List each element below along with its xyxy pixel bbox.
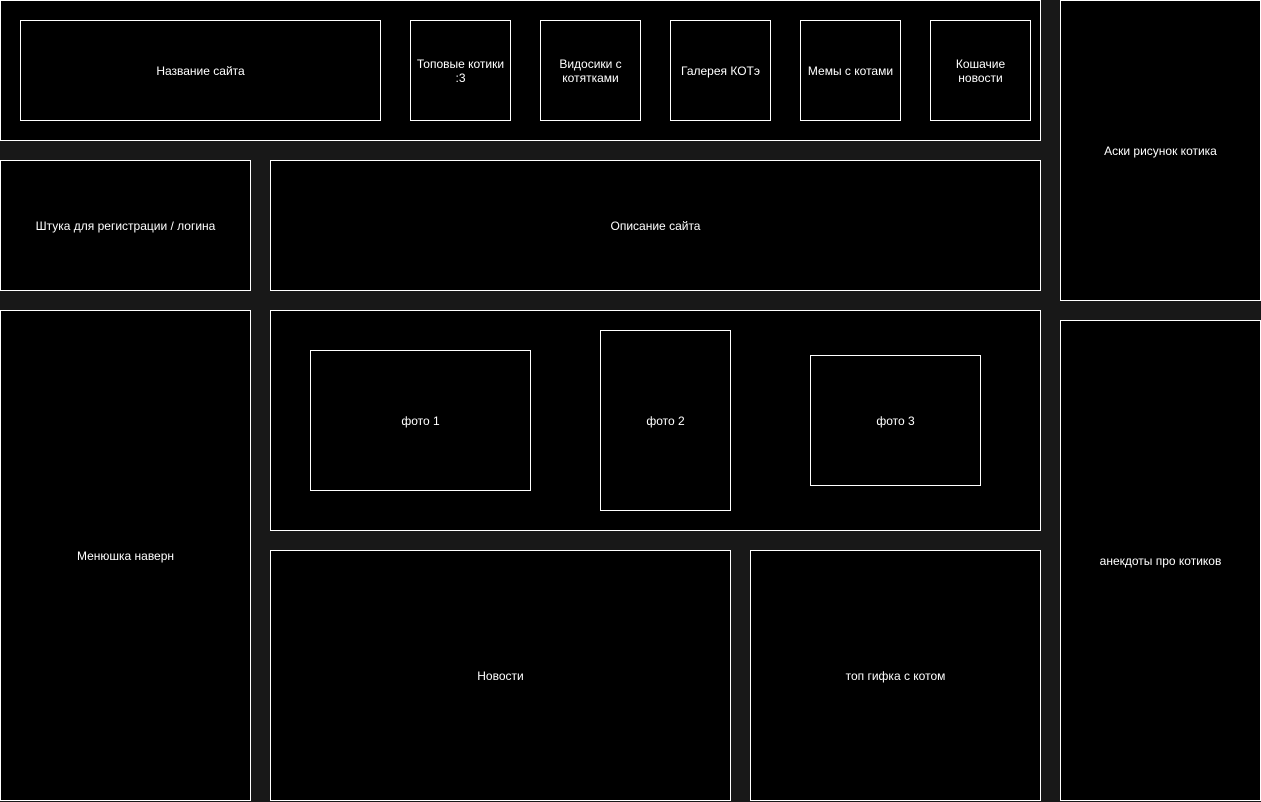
nav-item-label: Галерея КОТэ <box>681 63 760 78</box>
photo-1[interactable]: фото 1 <box>310 350 531 491</box>
description-block: Описание сайта <box>270 160 1041 291</box>
menu-block[interactable]: Менюшка наверн <box>0 310 251 801</box>
nav-item-cat-news[interactable]: Кошачие новости <box>930 20 1031 121</box>
description-label: Описание сайта <box>610 218 701 233</box>
login-block[interactable]: Штука для регистрации / логина <box>0 160 251 291</box>
jokes-label: анекдоты про котиков <box>1099 553 1222 568</box>
news-label: Новости <box>477 668 524 683</box>
menu-label: Менюшка наверн <box>76 548 175 563</box>
jokes-block: анекдоты про котиков <box>1060 320 1261 801</box>
gif-block[interactable]: топ гифка с котом <box>750 550 1041 801</box>
photo-label: фото 1 <box>401 413 440 428</box>
news-block: Новости <box>270 550 731 801</box>
nav-item-label: Мемы с котами <box>807 63 894 78</box>
nav-item-label: Топовые котики :3 <box>416 56 505 85</box>
photo-2[interactable]: фото 2 <box>600 330 731 511</box>
gif-label: топ гифка с котом <box>845 668 946 683</box>
nav-item-top-cats[interactable]: Топовые котики :3 <box>410 20 511 121</box>
nav-item-kitten-videos[interactable]: Видосики с котятками <box>540 20 641 121</box>
photo-label: фото 2 <box>646 413 685 428</box>
photo-label: фото 3 <box>876 413 915 428</box>
nav-item-gallery[interactable]: Галерея КОТэ <box>670 20 771 121</box>
nav-item-memes[interactable]: Мемы с котами <box>800 20 901 121</box>
ascii-cat-block: Аски рисунок котика <box>1060 0 1261 301</box>
login-label: Штука для регистрации / логина <box>35 218 216 233</box>
photo-3[interactable]: фото 3 <box>810 355 981 486</box>
nav-item-label: Видосики с котятками <box>559 56 622 85</box>
ascii-cat-label: Аски рисунок котика <box>1104 143 1217 158</box>
site-name-block[interactable]: Название сайта <box>20 20 381 121</box>
site-name-label: Название сайта <box>156 63 245 78</box>
nav-item-label: Кошачие новости <box>955 56 1006 85</box>
